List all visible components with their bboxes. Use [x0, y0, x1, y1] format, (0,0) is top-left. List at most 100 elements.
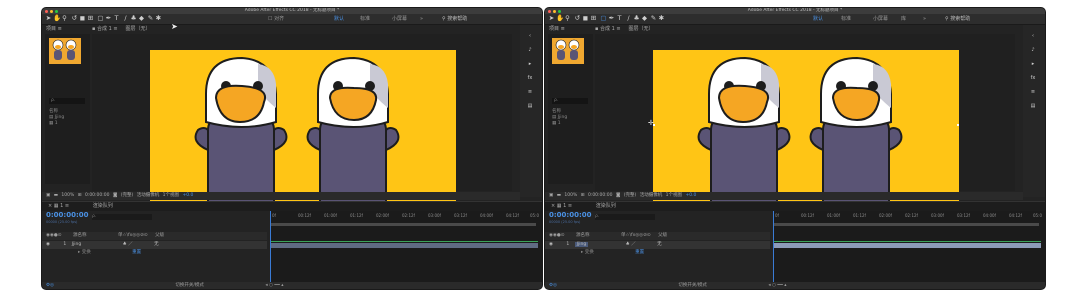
viewer-timecode[interactable]: 0:00:00:00	[85, 192, 110, 200]
snapshot-icon[interactable]: ◙	[616, 192, 620, 200]
audio-panel-icon[interactable]: ♪	[526, 47, 534, 53]
puppet-pin-icon[interactable]: ✱	[658, 15, 665, 22]
timeline-timecode[interactable]: 0:00:00:00	[46, 211, 89, 219]
brush-tool-icon[interactable]: /	[625, 15, 632, 22]
roto-brush-icon[interactable]: ✎	[650, 15, 657, 22]
visibility-icon[interactable]: ◉	[549, 242, 553, 247]
camera-tool-icon[interactable]: ◼	[582, 15, 589, 22]
effects-panel-icon[interactable]: fx	[526, 75, 534, 81]
work-area-bar[interactable]	[773, 223, 1039, 226]
search-help-field[interactable]: ⚲ 搜索帮助	[945, 15, 970, 23]
libraries-panel-icon[interactable]: ▤	[526, 103, 534, 109]
rotate-tool-icon[interactable]: ↺	[574, 15, 581, 22]
comp-tab[interactable]: 合成 1 ≡	[600, 26, 621, 32]
align-checkbox[interactable]: ☐ 对齐	[268, 15, 284, 23]
zoom-dropdown[interactable]: 100%	[61, 192, 74, 200]
layer-tab[interactable]: 图层（无）	[126, 26, 151, 32]
project-search-input[interactable]: ρ.	[552, 98, 588, 104]
exposure-value[interactable]: +0.0	[685, 192, 696, 200]
project-item[interactable]: ▦ 1	[49, 121, 58, 126]
puppet-pin-icon[interactable]: ✱	[155, 15, 162, 22]
views-dropdown[interactable]: 1个视图	[163, 192, 179, 200]
pen-tool-icon[interactable]: ✒	[105, 15, 112, 22]
composition-canvas[interactable]	[653, 50, 959, 202]
zoom-tool-icon[interactable]: ⚲	[61, 15, 68, 22]
grid-icon[interactable]: ⊞	[78, 192, 82, 200]
zoom-dropdown[interactable]: 100%	[564, 192, 577, 200]
workspace-small-screen[interactable]: 小屏幕	[392, 15, 407, 23]
transform-row[interactable]: ▸ 变换 重置	[42, 249, 267, 257]
parent-dropdown[interactable]: 无	[154, 242, 159, 247]
visibility-icon[interactable]: ◉	[46, 242, 50, 247]
project-item[interactable]: ▤ Jjing	[49, 115, 64, 120]
render-icon[interactable]: ▣	[549, 192, 553, 200]
libraries-panel-icon[interactable]: ▤	[1029, 103, 1037, 109]
eraser-icon[interactable]: ◆	[138, 15, 145, 22]
camera-dropdown[interactable]: 活动摄像机	[640, 192, 663, 200]
snapshot-icon[interactable]: ◙	[113, 192, 117, 200]
comp-tab[interactable]: 合成 1 ≡	[97, 26, 118, 32]
camera-tool-icon[interactable]: ◼	[79, 15, 86, 22]
brush-tool-icon[interactable]: /	[122, 15, 129, 22]
render-queue-tab[interactable]: 渲染队列	[93, 203, 113, 209]
toggle-switches-modes[interactable]: 切换开关/模式	[175, 283, 204, 288]
workspace-more[interactable]: »	[923, 15, 926, 23]
pan-behind-icon[interactable]: ⊞	[87, 15, 94, 22]
shape-layer-handles[interactable]	[653, 124, 959, 126]
layer-duration-bar[interactable]	[270, 243, 538, 248]
workspace-more[interactable]: »	[420, 15, 423, 23]
eraser-icon[interactable]: ◆	[641, 15, 648, 22]
transform-row[interactable]: ▸ 变换 重置	[545, 249, 770, 257]
layer-name[interactable]: Jjing	[72, 242, 82, 247]
layer-name[interactable]: Jjing	[574, 242, 589, 247]
workspace-default[interactable]: 默认	[334, 15, 344, 23]
viewer-timecode[interactable]: 0:00:00:00	[588, 192, 613, 200]
align-panel-icon[interactable]: ≡	[526, 89, 534, 95]
parent-dropdown[interactable]: 无	[657, 242, 662, 247]
zoom-tool-icon[interactable]: ⚲	[564, 15, 571, 22]
clone-stamp-icon[interactable]: ♣	[633, 15, 640, 22]
resolution-dropdown[interactable]: (完整)	[624, 192, 637, 200]
workspace-default[interactable]: 默认	[813, 15, 823, 23]
toggle-icons[interactable]: ⚙◎	[46, 283, 54, 288]
zoom-slider[interactable]: ◂ ○ ━━ ▴	[265, 283, 283, 288]
workspace-small-screen[interactable]: 小屏幕	[873, 15, 888, 23]
timeline-comp-tab[interactable]: ▦ 1 ≡	[557, 203, 572, 209]
timeline-search-input[interactable]: ρ.	[92, 214, 152, 220]
close-tab-icon[interactable]: ×	[48, 203, 52, 209]
layer-switches[interactable]: ♣ ／	[123, 242, 133, 247]
toggle-icons[interactable]: ⚙◎	[549, 283, 557, 288]
playhead[interactable]	[270, 211, 271, 289]
timeline-search-input[interactable]: ρ.	[595, 214, 655, 220]
pen-tool-icon[interactable]: ✒	[608, 15, 615, 22]
layer-switches[interactable]: ♣ ／	[626, 242, 636, 247]
folder-icon[interactable]: ▬	[557, 192, 561, 200]
project-tab[interactable]: 项目 ≡	[46, 25, 62, 33]
render-icon[interactable]: ▣	[46, 192, 50, 200]
folder-icon[interactable]: ▬	[54, 192, 58, 200]
work-area-bar[interactable]	[270, 223, 536, 226]
align-panel-icon[interactable]: ≡	[1029, 89, 1037, 95]
zoom-slider[interactable]: ◂ ○ ━━ ▴	[768, 283, 786, 288]
mask-tool-icon[interactable]: ▢	[97, 15, 104, 22]
layer-tab[interactable]: 图层（无）	[629, 26, 654, 32]
resolution-dropdown[interactable]: (完整)	[121, 192, 134, 200]
effects-panel-icon[interactable]: fx	[1029, 75, 1037, 81]
search-help-field[interactable]: ⚲ 搜索帮助	[442, 15, 467, 23]
hand-tool-icon[interactable]: ✋	[556, 15, 564, 22]
info-panel-icon[interactable]: ‹	[1029, 33, 1037, 39]
project-item[interactable]: ▤ Jjing	[552, 115, 567, 120]
layer-duration-bar[interactable]	[773, 243, 1041, 248]
reset-link[interactable]: 重置	[635, 250, 644, 255]
project-search-input[interactable]: ρ.	[49, 98, 85, 104]
type-tool-icon[interactable]: T	[616, 15, 623, 22]
time-ruler[interactable]: 0f 00:12f 01:00f 01:12f 02:00f 02:12f 03…	[773, 213, 1045, 221]
workspace-library[interactable]: 库	[901, 15, 906, 23]
hand-tool-icon[interactable]: ✋	[53, 15, 61, 22]
workspace-standard[interactable]: 标准	[841, 15, 851, 23]
close-tab-icon[interactable]: ×	[551, 203, 555, 209]
camera-dropdown[interactable]: 活动摄像机	[137, 192, 160, 200]
audio-panel-icon[interactable]: ♪	[1029, 47, 1037, 53]
toggle-switches-modes[interactable]: 切换开关/模式	[678, 283, 707, 288]
preview-panel-icon[interactable]: ▸	[526, 61, 534, 67]
